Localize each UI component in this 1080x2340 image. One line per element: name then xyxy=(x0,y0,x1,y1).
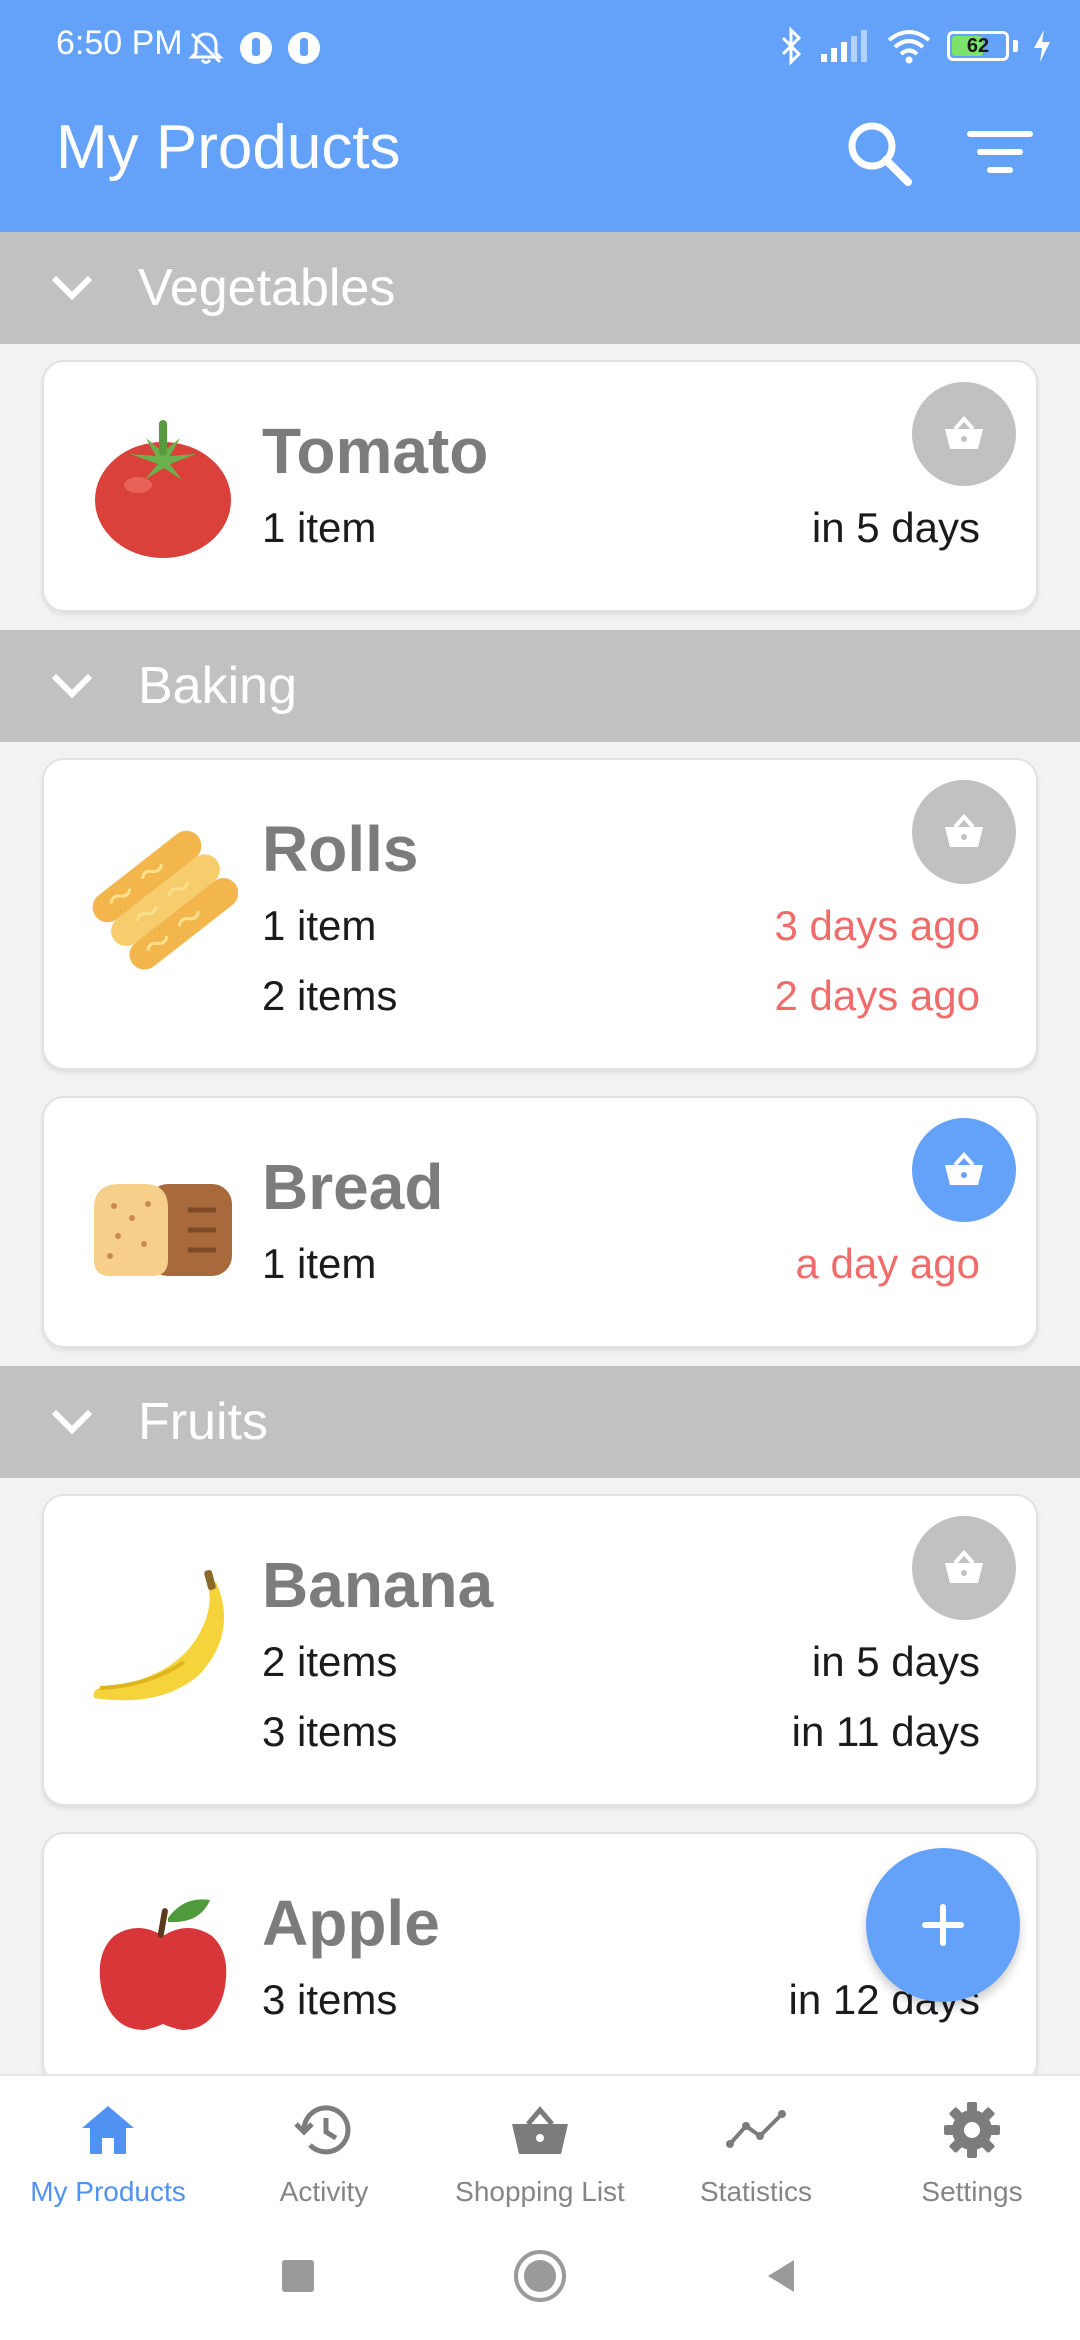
product-card-rolls[interactable]: Rolls 1 item 3 days ago 2 items 2 days a… xyxy=(42,758,1038,1070)
system-navigation-bar xyxy=(0,2224,1080,2340)
product-batch-row: 3 items in 11 days xyxy=(262,1708,980,1756)
product-batch-row: 3 items in 12 days xyxy=(262,1976,980,2024)
product-name: Tomato xyxy=(262,415,489,487)
home-icon xyxy=(82,2106,134,2154)
app-root: 6:50 PM 62 My Products Vegetables Tomato… xyxy=(0,0,1080,2340)
signal-icon xyxy=(821,30,867,62)
category-label: Fruits xyxy=(138,1393,268,1451)
product-card-banana[interactable]: Banana 2 items in 5 days 3 items in 11 d… xyxy=(42,1494,1038,1806)
batch-quantity: 1 item xyxy=(262,1240,377,1287)
product-card-bread[interactable]: Bread 1 item a day ago xyxy=(42,1096,1038,1348)
nav-item-settings[interactable]: Settings xyxy=(864,2076,1080,2224)
product-name: Rolls xyxy=(262,813,419,885)
gear-icon xyxy=(944,2102,1000,2158)
rolls-icon xyxy=(92,830,238,970)
recents-icon[interactable] xyxy=(276,2254,320,2298)
category-header-baking[interactable]: Baking xyxy=(0,630,1080,742)
back-icon[interactable] xyxy=(760,2254,804,2298)
nav-label: Shopping List xyxy=(455,2176,625,2207)
batch-quantity: 2 items xyxy=(262,972,398,1019)
tomato-icon xyxy=(95,420,231,558)
nav-label: Statistics xyxy=(699,2176,813,2207)
history-icon xyxy=(294,2105,351,2155)
add-to-shopping-list-button[interactable] xyxy=(912,780,1016,884)
search-icon xyxy=(848,122,912,186)
product-name: Banana xyxy=(262,1549,494,1621)
charging-icon xyxy=(1034,30,1050,62)
bread-icon xyxy=(94,1184,232,1276)
batch-quantity: 3 items xyxy=(262,1708,398,1755)
nav-item-shopping-list[interactable]: Shopping List xyxy=(432,2076,648,2224)
wifi-icon xyxy=(887,30,931,64)
plus-icon xyxy=(922,1904,964,1946)
batch-expiry: 2 days ago xyxy=(774,972,981,1019)
basket-icon xyxy=(945,416,983,449)
product-batch-row: 2 items 2 days ago xyxy=(262,972,980,1020)
home-nav-icon[interactable] xyxy=(512,2248,568,2304)
statistics-icon xyxy=(726,2110,786,2148)
product-batch-row: 2 items in 5 days xyxy=(262,1638,980,1686)
nav-label: Activity xyxy=(279,2176,369,2207)
bluetooth-icon xyxy=(781,26,802,66)
product-batch-row: 1 item in 5 days xyxy=(262,504,980,552)
banana-icon xyxy=(93,1569,225,1701)
app-notification-icon xyxy=(240,32,272,64)
chevron-down-icon xyxy=(51,275,93,301)
batch-expiry: a day ago xyxy=(795,1240,981,1287)
apple-icon xyxy=(99,1899,227,2030)
category-label: Vegetables xyxy=(138,259,396,317)
app-notification-icon xyxy=(288,32,320,64)
chevron-down-icon xyxy=(51,1409,93,1435)
filter-icon xyxy=(967,131,1033,173)
basket-icon xyxy=(945,1152,983,1185)
search-button[interactable] xyxy=(840,114,920,194)
batch-expiry: 3 days ago xyxy=(774,902,981,949)
chevron-down-icon xyxy=(51,673,93,699)
batch-quantity: 1 item xyxy=(262,902,377,949)
bottom-navigation: My Products Activity Shopping List Stati… xyxy=(0,2074,1080,2224)
category-label: Baking xyxy=(138,657,297,715)
nav-item-my-products[interactable]: My Products xyxy=(0,2076,216,2224)
basket-icon xyxy=(512,2106,568,2154)
category-header-fruits[interactable]: Fruits xyxy=(0,1366,1080,1478)
batch-expiry: in 5 days xyxy=(811,504,980,551)
batch-expiry: in 5 days xyxy=(811,1638,980,1685)
add-product-button[interactable] xyxy=(866,1848,1020,2002)
batch-quantity: 2 items xyxy=(262,1638,398,1685)
product-batch-row: 1 item a day ago xyxy=(262,1240,980,1288)
add-to-shopping-list-button[interactable] xyxy=(912,1516,1016,1620)
basket-icon xyxy=(945,814,983,847)
basket-icon xyxy=(945,1550,983,1583)
product-batch-row: 1 item 3 days ago xyxy=(262,902,980,950)
muted-bell-icon xyxy=(188,32,224,64)
product-name: Bread xyxy=(262,1151,444,1223)
filter-button[interactable] xyxy=(960,114,1040,194)
battery-level: 62 xyxy=(966,34,990,57)
product-list[interactable]: Vegetables Tomato 1 item in 5 days Bakin… xyxy=(0,232,1080,2074)
nav-label: My Products xyxy=(30,2176,186,2207)
nav-item-activity[interactable]: Activity xyxy=(216,2076,432,2224)
nav-item-statistics[interactable]: Statistics xyxy=(648,2076,864,2224)
add-to-shopping-list-button[interactable] xyxy=(912,1118,1016,1222)
battery-icon: 62 xyxy=(947,31,1009,61)
batch-expiry: in 11 days xyxy=(791,1708,980,1755)
add-to-shopping-list-button[interactable] xyxy=(912,382,1016,486)
product-card-tomato[interactable]: Tomato 1 item in 5 days xyxy=(42,360,1038,612)
page-title: My Products xyxy=(56,113,401,182)
batch-quantity: 3 items xyxy=(262,1976,398,2023)
product-name: Apple xyxy=(262,1887,440,1959)
category-header-vegetables[interactable]: Vegetables xyxy=(0,232,1080,344)
app-bar: 6:50 PM 62 My Products xyxy=(0,0,1080,232)
status-bar: 6:50 PM 62 xyxy=(0,0,1080,96)
status-time: 6:50 PM xyxy=(56,24,183,62)
status-system-icons: 62 xyxy=(777,26,1052,66)
batch-quantity: 1 item xyxy=(262,504,377,551)
battery-tip xyxy=(1013,40,1018,52)
status-notification-icons xyxy=(186,28,322,68)
nav-label: Settings xyxy=(921,2176,1023,2207)
